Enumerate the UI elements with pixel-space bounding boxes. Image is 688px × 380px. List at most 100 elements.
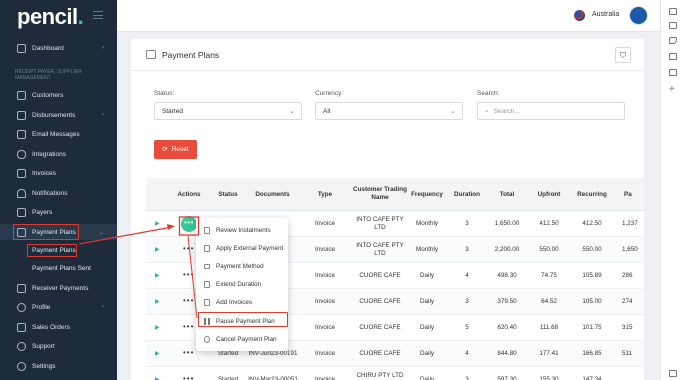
status-select[interactable]: Started ⌄: [154, 102, 302, 120]
menu-toggle-icon[interactable]: [93, 11, 103, 19]
sidebar-item-dashboard[interactable]: Dashboard ›: [0, 40, 117, 56]
expand-row-icon[interactable]: ▶: [155, 376, 160, 380]
cell-type: Invoice: [315, 376, 335, 380]
menu-item-review-instalments[interactable]: Review Instalments: [196, 221, 288, 239]
table-row[interactable]: ▶ ••• Started INV-Mar23-00051 Invoice CHIRU P…: [146, 367, 644, 380]
user-avatar[interactable]: [629, 6, 648, 25]
expand-row-icon[interactable]: ▶: [155, 272, 160, 279]
highlight-box-payment-plans-subitem: [27, 244, 77, 257]
cell-recurring: 101.75: [582, 324, 602, 331]
cell-pa: 274: [622, 298, 633, 305]
sidebar-item-payers[interactable]: Payers: [0, 204, 117, 220]
expand-row-icon[interactable]: ▶: [155, 324, 160, 331]
row-actions-button[interactable]: •••: [183, 374, 194, 380]
row-actions-button[interactable]: •••: [183, 348, 194, 357]
col-frequency[interactable]: Frequency: [410, 191, 444, 199]
grid-icon[interactable]: [669, 69, 677, 76]
sidebar-item-settings[interactable]: Settings: [0, 358, 117, 374]
menu-item-add-invoices[interactable]: Add Invoices: [196, 293, 288, 311]
cell-recurring: 550.00: [582, 246, 602, 253]
currency-select[interactable]: All ⌄: [315, 102, 463, 120]
invoices-icon: [17, 168, 26, 178]
page-title: Payment Plans: [162, 50, 220, 60]
col-pa[interactable]: Pa: [624, 191, 642, 199]
cell-frequency: Monthly: [415, 220, 439, 227]
row-actions-button[interactable]: •••: [183, 270, 194, 279]
document-icon[interactable]: [669, 53, 677, 60]
sidebar-item-invoices[interactable]: Invoices: [0, 165, 117, 181]
sidebar-item-sales-orders[interactable]: Sales Orders: [0, 319, 117, 335]
cell-recurring: 105.89: [582, 272, 602, 279]
list-icon: [146, 50, 156, 59]
menu-item-payment-method[interactable]: Payment Method: [196, 257, 288, 275]
window-icon[interactable]: [669, 22, 677, 29]
sidebar-item-profile[interactable]: Profile ›: [0, 299, 117, 315]
col-recurring[interactable]: Recurring: [574, 191, 610, 199]
col-status[interactable]: Status: [213, 191, 243, 199]
col-total[interactable]: Total: [492, 191, 522, 199]
country-selector[interactable]: Australia: [592, 11, 619, 18]
cell-status: Started: [217, 376, 239, 380]
sidebar-item-notifications[interactable]: Notifications: [0, 185, 117, 201]
col-actions: Actions: [177, 191, 201, 198]
cell-status: Started: [217, 350, 239, 357]
expand-row-icon[interactable]: ▶: [155, 298, 160, 305]
sidebar-item-disbursements[interactable]: Disbursements ›: [0, 107, 117, 123]
expand-row-icon[interactable]: ▶: [155, 350, 160, 357]
chevron-down-icon: ⌄: [450, 108, 456, 115]
cell-type: Invoice: [315, 298, 335, 305]
col-duration[interactable]: Duration: [449, 191, 485, 199]
sidebar-item-customers[interactable]: Customers: [0, 87, 117, 103]
add-icon[interactable]: +: [669, 84, 675, 95]
col-documents[interactable]: Documents: [250, 191, 295, 199]
receiver-payments-icon: [17, 283, 26, 293]
menu-item-extend-duration[interactable]: Extend Duration: [196, 275, 288, 293]
dashboard-icon: [17, 43, 26, 53]
settings-gear-icon[interactable]: [669, 370, 677, 377]
australia-flag-icon[interactable]: [574, 10, 585, 21]
status-filter-label: Status:: [154, 90, 175, 97]
sidebar-item-receiver-payments[interactable]: Receiver Payments: [0, 280, 117, 296]
menu-item-apply-external-payment[interactable]: Apply External Payment: [196, 239, 288, 257]
sidebar-subitem-payment-plans-sent[interactable]: Payment Plans Sent: [32, 265, 91, 272]
sidebar: pencil. Dashboard › Receipt Payer, Suppli…: [0, 0, 117, 380]
row-actions-button[interactable]: •••: [183, 244, 194, 253]
row-actions-button[interactable]: •••: [181, 216, 197, 232]
reset-button[interactable]: ⟳ Reset: [154, 140, 197, 159]
col-customer[interactable]: Customer Trading Name: [350, 186, 410, 202]
panel-icon[interactable]: [669, 8, 677, 15]
cell-customer: CUORE CAFE: [359, 324, 401, 331]
row-actions-button[interactable]: •••: [183, 296, 194, 305]
col-upfront[interactable]: Upfront: [534, 191, 564, 199]
cell-documents: INV-Mar23-00051: [248, 376, 298, 380]
cell-duration: 4: [465, 350, 469, 357]
pencil-logo[interactable]: pencil.: [17, 4, 84, 30]
cell-upfront: 550.00: [539, 246, 559, 253]
cell-frequency: Monthly: [415, 246, 439, 253]
sidebar-item-integrations[interactable]: Integrations: [0, 146, 117, 162]
cell-duration: 5: [465, 324, 469, 331]
expand-row-icon[interactable]: ▶: [155, 220, 160, 227]
calendar-icon: [204, 280, 210, 288]
tag-icon[interactable]: [669, 37, 677, 44]
cell-frequency: Daily: [420, 350, 434, 357]
col-type[interactable]: Type: [310, 191, 340, 199]
refresh-icon: ⟳: [162, 146, 168, 153]
cell-frequency: Daily: [420, 272, 434, 279]
cell-total: 2,200.00: [494, 246, 520, 253]
sidebar-item-support[interactable]: Support: [0, 338, 117, 354]
table-header: Actions Status Documents Type Customer T…: [146, 178, 644, 211]
support-icon: [17, 341, 26, 351]
sidebar-item-email-messages[interactable]: Email Messages: [0, 126, 117, 142]
filter-button[interactable]: ⛉: [615, 47, 631, 63]
cell-type: Invoice: [315, 272, 335, 279]
payers-icon: [17, 207, 26, 217]
expand-row-icon[interactable]: ▶: [155, 246, 160, 253]
menu-item-cancel-payment-plan[interactable]: Cancel Payment Plan: [196, 330, 288, 348]
currency-filter-label: Currency:: [315, 90, 344, 97]
search-input[interactable]: ⌕ Search...: [477, 102, 625, 120]
cell-total: 498.30: [497, 272, 517, 279]
cell-customer: CHIRU PTY LTD: [356, 372, 404, 379]
row-actions-button[interactable]: •••: [183, 322, 194, 331]
cell-total: 379.50: [497, 298, 517, 305]
